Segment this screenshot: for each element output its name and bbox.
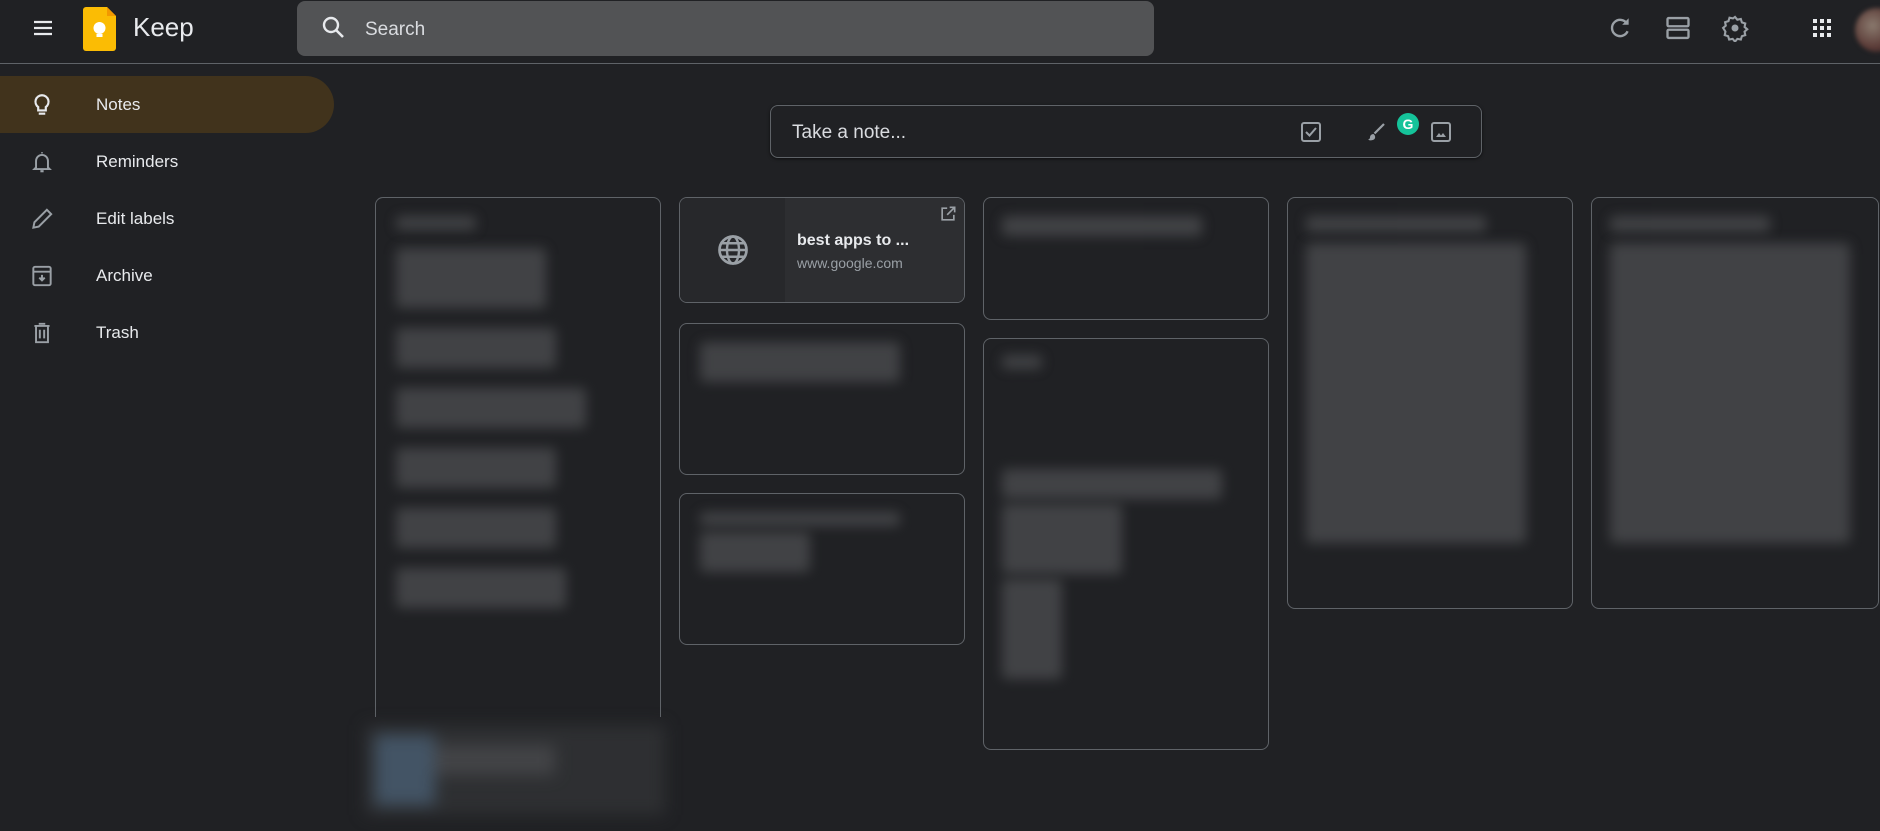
open-in-new-icon[interactable] [938, 204, 958, 224]
blurred-note-text [1002, 469, 1222, 499]
search-bar[interactable] [297, 1, 1154, 58]
main-menu-button[interactable] [23, 8, 63, 48]
blurred-note-title [1002, 355, 1042, 369]
app-title: Keep [133, 12, 194, 42]
link-note-card[interactable]: best apps to ... www.google.com [679, 197, 965, 303]
note-card[interactable] [983, 338, 1269, 750]
search-input[interactable] [363, 1, 1127, 58]
sidebar-item-archive[interactable]: Archive [0, 247, 334, 304]
blurred-note-text [396, 388, 586, 428]
search-icon[interactable] [315, 9, 353, 47]
blurred-note-title [700, 512, 900, 526]
note-card[interactable] [1287, 197, 1573, 609]
blurred-note-title [396, 216, 476, 230]
settings-icon [1721, 15, 1749, 42]
sidebar-item-notes[interactable]: Notes [0, 76, 334, 133]
blurred-note-text [1306, 243, 1526, 543]
trash-icon [34, 322, 50, 344]
sidebar-item-reminders[interactable]: Reminders [0, 133, 334, 190]
archive-icon [32, 265, 52, 287]
blurred-note-title [1002, 216, 1202, 236]
blurred-note-text [396, 448, 556, 488]
note-card[interactable] [983, 197, 1269, 320]
image-icon [1431, 122, 1451, 142]
list-view-button[interactable] [1658, 8, 1698, 48]
blurred-note-title [1306, 216, 1486, 232]
link-url: www.google.com [797, 255, 903, 271]
sidebar-item-label: Edit labels [96, 208, 175, 228]
blurred-note-text [396, 248, 546, 308]
top-app-bar: Keep [0, 0, 1880, 64]
sidebar-item-trash[interactable]: Trash [0, 304, 334, 361]
sidebar-item-label: Trash [96, 322, 139, 342]
blurred-note-text [1610, 243, 1850, 543]
grammarly-badge[interactable]: G [1397, 113, 1419, 135]
take-note-bar[interactable]: G [770, 105, 1482, 159]
account-avatar[interactable] [1855, 8, 1880, 52]
sidebar-item-label: Reminders [96, 151, 179, 171]
apps-grid-icon [1813, 19, 1831, 37]
settings-button[interactable] [1715, 8, 1755, 48]
blurred-note-title [1610, 216, 1770, 232]
globe-icon [717, 235, 748, 265]
blurred-note-text [396, 328, 556, 368]
lightbulb-icon [34, 94, 50, 115]
new-list-button[interactable] [1292, 113, 1330, 151]
link-title[interactable]: best apps to ... [797, 232, 909, 250]
blurred-note-text [396, 508, 556, 548]
bell-icon [32, 152, 52, 173]
note-card[interactable] [1591, 197, 1879, 609]
sidebar-item-label: Notes [96, 94, 141, 114]
blurred-note-text [1002, 504, 1122, 574]
sidebar-item-edit-labels[interactable]: Edit labels [0, 190, 334, 247]
sidebar-item-label: Archive [96, 265, 153, 285]
note-card[interactable] [679, 493, 965, 645]
blurred-note-text [396, 568, 566, 608]
keep-logo[interactable] [83, 7, 116, 51]
brush-icon [1368, 123, 1385, 141]
blurred-note-text [700, 342, 900, 382]
blurred-note-text [1002, 579, 1062, 679]
list-view-icon [1666, 16, 1690, 40]
pencil-icon [32, 208, 53, 229]
sidebar: Notes Reminders Edit labels Archive Tras… [0, 76, 334, 361]
refresh-icon [1610, 18, 1629, 38]
note-card[interactable] [375, 197, 661, 717]
new-drawing-button[interactable] [1357, 113, 1395, 151]
new-image-button[interactable] [1422, 113, 1460, 151]
refresh-button[interactable] [1600, 8, 1640, 48]
blurred-note-text [700, 532, 810, 572]
menu-icon [34, 20, 52, 36]
checkbox-icon [1301, 122, 1321, 142]
take-note-input[interactable] [790, 106, 1294, 159]
blurred-note-image[interactable] [365, 725, 665, 815]
google-apps-button[interactable] [1802, 8, 1842, 48]
note-card[interactable] [679, 323, 965, 475]
link-thumbnail [680, 198, 785, 302]
